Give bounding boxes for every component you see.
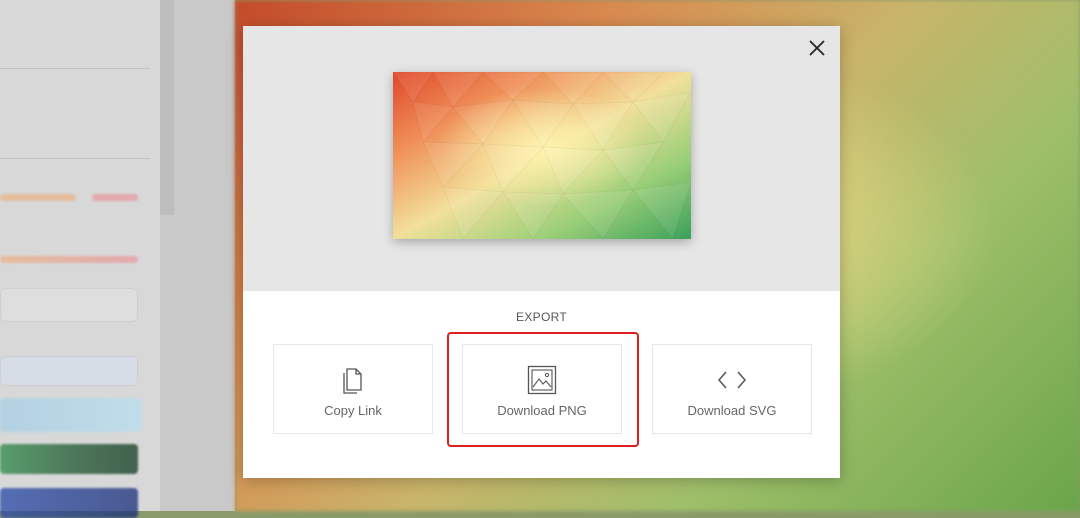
sidebar-divider — [0, 158, 150, 159]
sidebar-swatch-row — [0, 356, 138, 386]
highlight-annotation — [447, 332, 639, 447]
background-scrollbar — [160, 0, 174, 215]
palette-swatch — [0, 398, 142, 432]
sidebar-divider — [0, 68, 150, 69]
download-svg-label: Download SVG — [687, 403, 777, 418]
preview-area — [243, 26, 840, 291]
close-icon[interactable] — [807, 38, 827, 58]
copy-link-label: Copy Link — [324, 403, 382, 418]
export-title: EXPORT — [516, 310, 567, 324]
palette-swatch — [0, 444, 138, 474]
sidebar-label — [0, 88, 3, 100]
export-modal: EXPORT Copy Link Download PNG Download S… — [243, 26, 840, 478]
copy-icon — [274, 365, 432, 395]
download-svg-button[interactable]: Download SVG — [652, 344, 812, 434]
background-sidebar — [0, 0, 160, 518]
code-icon — [653, 365, 811, 395]
sidebar-input — [0, 288, 138, 322]
sidebar-value — [0, 120, 4, 135]
sidebar-slider — [0, 194, 76, 201]
copy-link-button[interactable]: Copy Link — [273, 344, 433, 434]
palette-swatch — [0, 488, 138, 518]
sidebar-slider — [0, 256, 138, 263]
pattern-preview-image — [393, 72, 691, 239]
sidebar-slider — [92, 194, 138, 201]
